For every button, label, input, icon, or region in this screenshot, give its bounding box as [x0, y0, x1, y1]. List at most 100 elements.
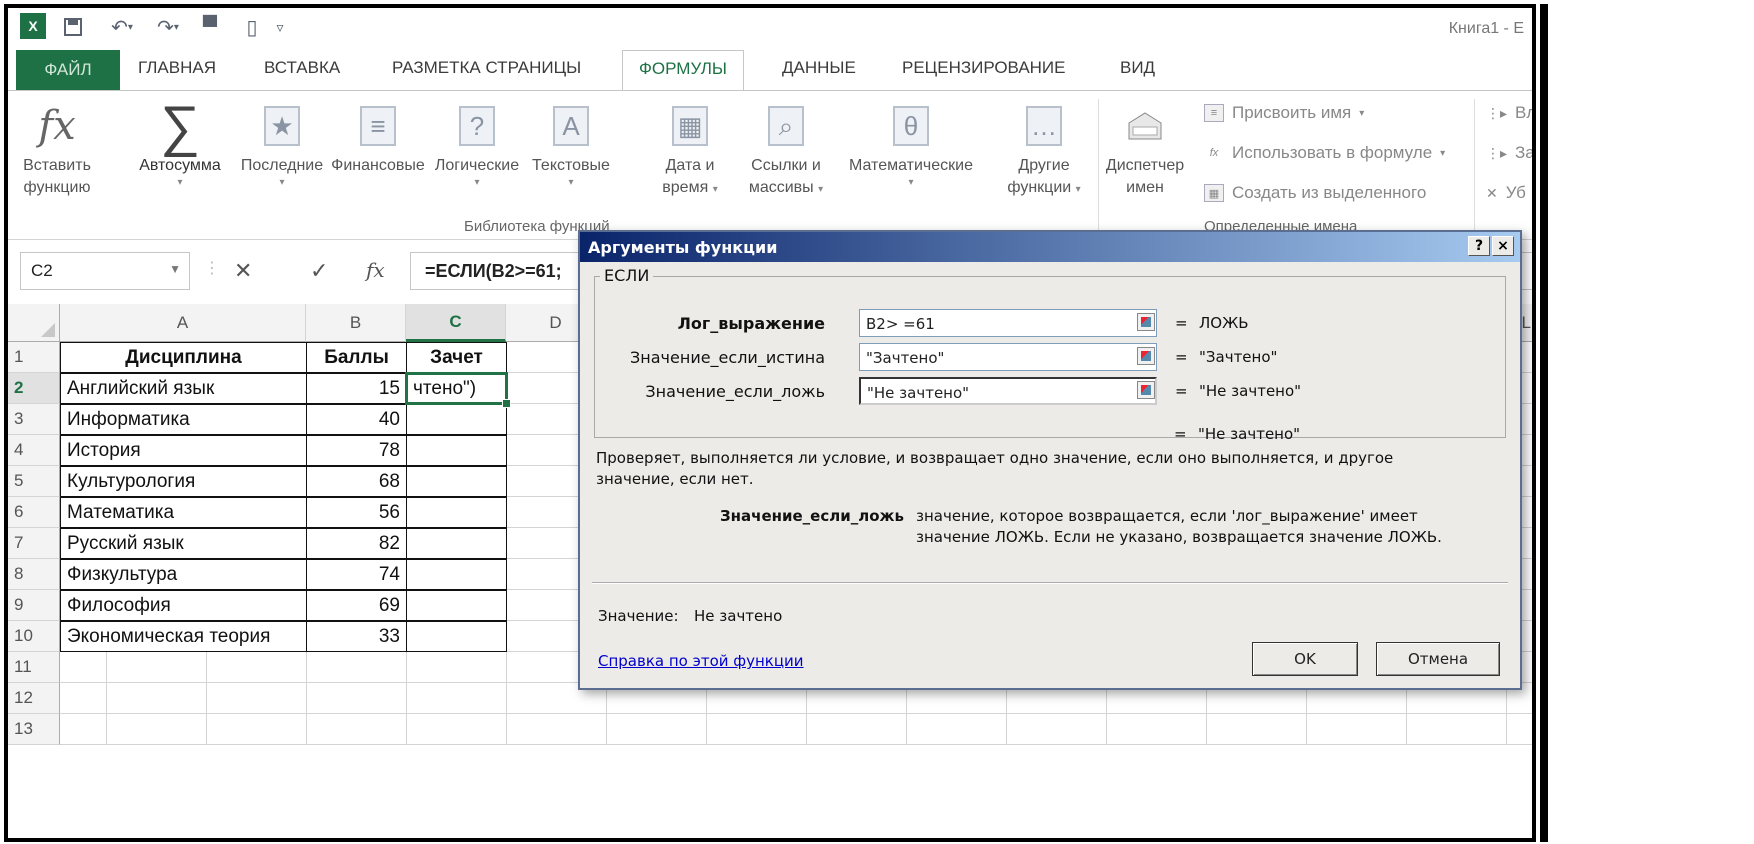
column-header-a[interactable]: A [60, 304, 306, 342]
table-cell-subject[interactable]: Физкультура [60, 559, 307, 590]
table-cell-pass[interactable] [406, 497, 507, 528]
collapse-dialog-icon[interactable] [1137, 381, 1155, 399]
table-cell-subject[interactable]: Культурология [60, 466, 307, 497]
tab-review[interactable]: РЕЦЕНЗИРОВАНИЕ [902, 58, 1066, 78]
table-cell-subject[interactable]: Экономическая теория [60, 621, 307, 652]
row-header[interactable]: 6 [8, 497, 60, 528]
table-cell-pass[interactable] [406, 590, 507, 621]
header-cell-pass[interactable]: Зачет [406, 342, 507, 373]
redo-icon[interactable]: ↷ ▾ [148, 14, 188, 40]
function-help-link[interactable]: Справка по этой функции [598, 652, 804, 670]
collapse-dialog-icon[interactable] [1137, 313, 1155, 331]
trace-precedents-button[interactable]: ⋮▸ Вл [1486, 103, 1532, 123]
tab-view[interactable]: ВИД [1120, 58, 1155, 78]
table-cell-score[interactable]: 74 [306, 559, 407, 590]
more-icon: … [1026, 106, 1062, 146]
value-if-true-input[interactable]: "Зачтено" [859, 343, 1157, 371]
table-cell-score[interactable]: 68 [306, 466, 407, 497]
table-cell-score[interactable]: 82 [306, 528, 407, 559]
table-cell-pass[interactable] [406, 559, 507, 590]
save-icon[interactable] [60, 14, 86, 40]
chevron-down-icon[interactable]: ▼ [169, 262, 181, 276]
header-cell-discipline[interactable]: Дисциплина [60, 342, 307, 373]
table-cell-score[interactable]: 33 [306, 621, 407, 652]
print-preview-icon[interactable]: ▀ [196, 14, 224, 40]
enter-check-icon[interactable]: ✓ [310, 258, 328, 284]
select-all-corner[interactable] [8, 304, 60, 342]
tab-page-layout[interactable]: РАЗМЕТКА СТРАНИЦЫ [392, 58, 581, 78]
create-from-selection-button[interactable]: ▦ Создать из выделенного [1204, 183, 1426, 203]
table-cell-score[interactable]: 40 [306, 404, 407, 435]
dialog-title: Аргументы функции [588, 238, 778, 257]
new-document-icon[interactable]: ▯ [240, 14, 264, 40]
tab-data[interactable]: ДАННЫЕ [782, 58, 856, 78]
undo-icon[interactable]: ↶ ▾ [102, 14, 142, 40]
datetime-functions-button[interactable]: ▦ Дата и время ▾ [650, 97, 730, 199]
assign-name-button[interactable]: ≡ Присвоить имя ▾ [1204, 103, 1364, 123]
cancel-icon[interactable]: ✕ [234, 258, 252, 284]
value-if-false-input[interactable]: "Не зачтено" [859, 377, 1157, 405]
collapse-dialog-icon[interactable] [1137, 347, 1155, 365]
table-cell-subject[interactable]: Русский язык [60, 528, 307, 559]
row-header[interactable]: 2 [8, 373, 60, 404]
column-header-b[interactable]: B [306, 304, 406, 342]
logical-test-input[interactable]: B2> =61 [859, 309, 1157, 337]
table-cell-subject[interactable]: История [60, 435, 307, 466]
row-header[interactable]: 12 [8, 683, 60, 714]
table-cell-score[interactable]: 78 [306, 435, 407, 466]
cancel-button[interactable]: Отмена [1376, 642, 1500, 676]
tab-home[interactable]: ГЛАВНАЯ [138, 58, 216, 78]
table-cell-pass[interactable] [406, 435, 507, 466]
row-header[interactable]: 9 [8, 590, 60, 621]
screenshot-border [1540, 4, 1548, 842]
drag-handle-icon[interactable]: ⋮ [204, 258, 220, 278]
logical-functions-button[interactable]: ? Логические ▾ [428, 97, 526, 189]
other-functions-button[interactable]: … Другие функции ▾ [996, 97, 1092, 199]
function-name-label: ЕСЛИ [600, 266, 654, 285]
table-cell-score[interactable]: 15 [306, 373, 407, 404]
table-cell-subject[interactable]: Информатика [60, 404, 307, 435]
row-header[interactable]: 13 [8, 714, 60, 745]
autosum-button[interactable]: ∑ Автосумма ▾ [128, 97, 232, 189]
active-cell-selection [405, 372, 511, 408]
use-in-formula-button[interactable]: fx Использовать в формуле ▾ [1204, 143, 1445, 163]
row-header[interactable]: 3 [8, 404, 60, 435]
ok-button[interactable]: OK [1252, 642, 1358, 676]
column-header-c[interactable]: C [406, 304, 506, 342]
table-cell-pass[interactable] [406, 621, 507, 652]
lookup-functions-button[interactable]: ⌕ Ссылки и массивы ▾ [736, 97, 836, 199]
math-functions-button[interactable]: θ Математические ▾ [836, 97, 986, 189]
tab-file[interactable]: ФАЙЛ [16, 50, 120, 90]
table-cell-score[interactable]: 56 [306, 497, 407, 528]
financial-functions-button[interactable]: ≡ Финансовые [328, 97, 428, 177]
row-header[interactable]: 4 [8, 435, 60, 466]
tab-formulas[interactable]: ФОРМУЛЫ [622, 50, 744, 92]
row-header[interactable]: 10 [8, 621, 60, 652]
row-header[interactable]: 1 [8, 342, 60, 373]
table-cell-pass[interactable] [406, 404, 507, 435]
table-cell-subject[interactable]: Математика [60, 497, 307, 528]
recent-functions-button[interactable]: ★ Последние ▾ [234, 97, 330, 189]
help-button[interactable]: ? [1468, 236, 1490, 256]
row-header[interactable]: 5 [8, 466, 60, 497]
tab-insert[interactable]: ВСТАВКА [264, 58, 340, 78]
row-header[interactable]: 7 [8, 528, 60, 559]
name-manager-button[interactable]: Диспетчер имен [1100, 97, 1190, 199]
row-header[interactable]: 8 [8, 559, 60, 590]
remove-arrows-button[interactable]: ✕ Уб [1486, 183, 1526, 203]
header-cell-score[interactable]: Баллы [306, 342, 407, 373]
insert-function-button[interactable]: fx Вставить функцию [14, 97, 100, 199]
table-cell-score[interactable]: 69 [306, 590, 407, 621]
customize-qat-icon[interactable]: ▿ [270, 14, 290, 40]
text-functions-button[interactable]: A Текстовые ▾ [526, 97, 616, 189]
insert-function-fx-icon[interactable]: fx [366, 258, 385, 282]
table-cell-pass[interactable] [406, 528, 507, 559]
close-button[interactable]: × [1492, 236, 1514, 256]
table-cell-subject[interactable]: Английский язык [60, 373, 307, 404]
table-cell-pass[interactable] [406, 466, 507, 497]
name-box[interactable]: C2 ▼ [20, 252, 190, 290]
argument-result: "Зачтено" [1199, 348, 1278, 366]
row-header[interactable]: 11 [8, 652, 60, 683]
trace-dependents-button[interactable]: ⋮▸ За [1486, 143, 1532, 163]
table-cell-subject[interactable]: Философия [60, 590, 307, 621]
